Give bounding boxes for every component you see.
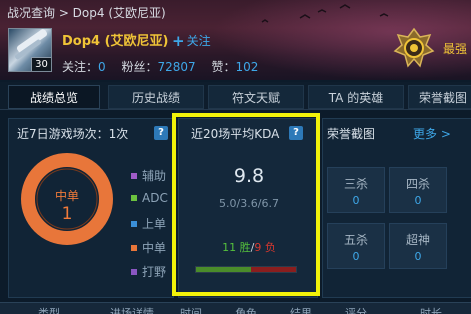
legend-swatch	[131, 221, 137, 227]
legend-item: ADC	[131, 191, 168, 205]
recent-games-title: 近7日游戏场次：1次	[17, 127, 129, 141]
honor-label: 三杀	[343, 177, 368, 191]
win-ratio-fill	[196, 267, 251, 272]
kda-title: 近20场平均KDA	[191, 127, 280, 141]
column-header: 类型	[38, 307, 60, 314]
column-header: 进场详情	[110, 307, 154, 314]
honor-label: 四杀	[405, 177, 430, 191]
follow-button[interactable]: + 关注	[172, 31, 211, 50]
legend-swatch	[131, 269, 137, 275]
losses-text: 9 负	[254, 241, 276, 254]
legend-label: 打野	[142, 265, 167, 279]
plus-icon: +	[172, 32, 185, 50]
avatar[interactable]: 30	[8, 28, 52, 72]
help-icon[interactable]: ?	[289, 126, 303, 140]
win-loss-bar	[195, 266, 297, 273]
following-label: 关注：	[62, 60, 99, 74]
column-header: 角色	[235, 307, 257, 314]
column-header: 评分	[345, 307, 367, 314]
rank-badge-icon	[393, 27, 435, 68]
likes-label: 赞：	[211, 60, 236, 74]
honor-label: 五杀	[343, 233, 368, 247]
honor-label: 超神	[405, 233, 430, 247]
profile-header: 战况查询 > Dop4 (艾欧尼亚) 30 Dop4 (艾欧尼亚) + 关注 关注…	[0, 0, 471, 80]
quadra-kill-box[interactable]: 四杀 0	[389, 167, 447, 213]
breadcrumb[interactable]: 战况查询 > Dop4 (艾欧尼亚)	[7, 4, 166, 21]
kda-panel: 近20场平均KDA ? 9.8 5.0/3.6/6.7 11 胜/9 负	[178, 118, 318, 298]
column-header: 时间	[180, 307, 202, 314]
following-count[interactable]: 0	[98, 60, 106, 74]
honor-value: 0	[352, 194, 360, 207]
legendary-box[interactable]: 超神 0	[389, 223, 447, 269]
legend-swatch	[131, 173, 137, 179]
win-loss-text: 11 胜/9 负	[179, 239, 319, 255]
player-stats: 关注：0 粉丝：72807 赞：102	[62, 58, 270, 75]
triple-kill-box[interactable]: 三杀 0	[327, 167, 385, 213]
tab-overview[interactable]: 战绩总览	[8, 85, 100, 109]
legend-item: 辅助	[131, 167, 166, 184]
player-name: Dop4 (艾欧尼亚)	[62, 34, 169, 49]
tab-honor[interactable]: 荣誉截图	[408, 85, 471, 109]
level-badge: 30	[31, 57, 51, 71]
legend-swatch	[131, 195, 137, 201]
honor-title: 荣誉截图	[327, 127, 376, 141]
legend-item: 上单	[131, 215, 166, 232]
match-table-header: 类型 进场详情 时间 角色 结果 评分 时长	[0, 302, 471, 314]
penta-kill-box[interactable]: 五杀 0	[327, 223, 385, 269]
legend-swatch	[131, 245, 137, 251]
honor-value: 0	[414, 250, 422, 263]
recent-games-panel: 近7日游戏场次：1次 ? 中单 1 辅助 ADC 上单 中单 打野	[8, 118, 174, 298]
donut-center-value: 1	[61, 204, 73, 224]
tab-bar: 战绩总览 历史战绩 符文天赋 TA 的英雄 荣誉截图	[0, 82, 471, 110]
more-link[interactable]: 更多 >	[413, 125, 451, 142]
follow-label: 关注	[186, 34, 211, 48]
column-header: 结果	[290, 307, 312, 314]
donut-center-label: 中单	[54, 189, 79, 203]
honor-panel: 荣誉截图 更多 > 三杀 0 四杀 0 五杀 0 超神 0	[322, 118, 471, 298]
kda-value: 9.8	[233, 165, 265, 187]
wins-text: 11 胜	[222, 241, 251, 254]
legend-item: 中单	[131, 239, 166, 256]
legend-label: ADC	[142, 191, 168, 205]
column-header: 时长	[420, 307, 442, 314]
honor-value: 0	[352, 250, 360, 263]
tab-heroes[interactable]: TA 的英雄	[308, 85, 404, 109]
rank-label: 最强	[443, 42, 468, 56]
app-window: 战况查询 > Dop4 (艾欧尼亚) 30 Dop4 (艾欧尼亚) + 关注 关注…	[0, 0, 471, 314]
legend-label: 辅助	[142, 169, 167, 183]
fans-count[interactable]: 72807	[158, 60, 196, 74]
help-icon[interactable]: ?	[154, 126, 168, 140]
tab-runes[interactable]: 符文天赋	[208, 85, 304, 109]
legend-label: 上单	[142, 217, 167, 231]
tab-history[interactable]: 历史战绩	[108, 85, 204, 109]
fans-label: 粉丝：	[121, 60, 158, 74]
legend-item: 打野	[131, 263, 166, 280]
legend-label: 中单	[142, 241, 167, 255]
kda-detail: 5.0/3.6/6.7	[219, 197, 279, 210]
honor-value: 0	[414, 194, 422, 207]
likes-count[interactable]: 102	[236, 60, 259, 74]
